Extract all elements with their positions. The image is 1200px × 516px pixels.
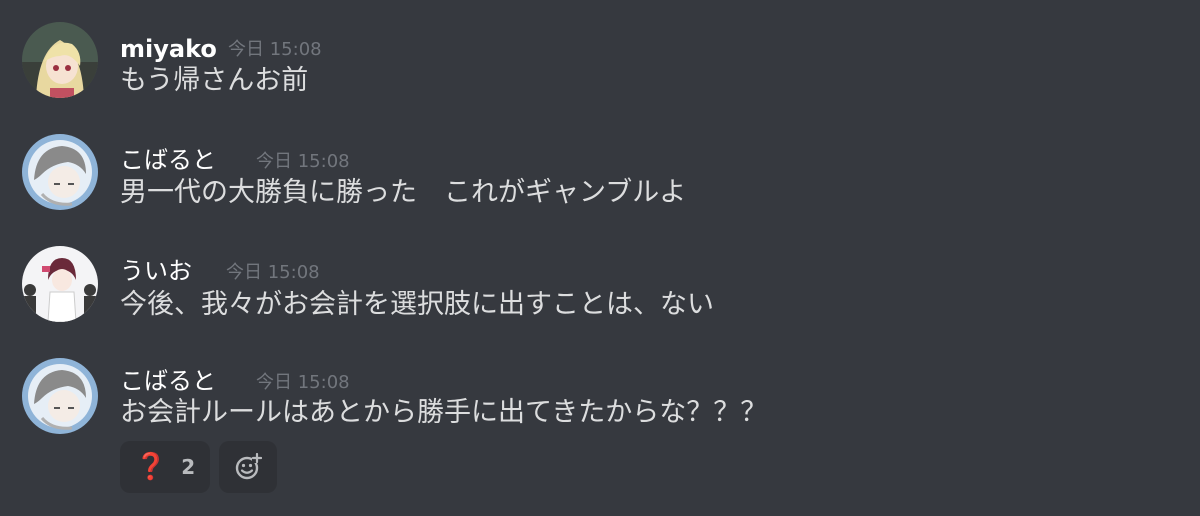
username[interactable]: こばると	[120, 145, 216, 175]
reaction-count: 2	[181, 455, 196, 479]
add-reaction-button[interactable]	[219, 441, 277, 493]
username[interactable]: miyako	[120, 34, 217, 64]
kobaruto-avatar-icon	[22, 134, 98, 210]
uio-avatar-icon	[22, 246, 98, 322]
message-text: もう帰さんお前	[120, 65, 309, 96]
username[interactable]: ういお	[120, 256, 192, 286]
timestamp: 今日 15:08	[226, 262, 320, 283]
avatar[interactable]	[22, 246, 98, 322]
timestamp: 今日 15:08	[228, 39, 322, 60]
timestamp: 今日 15:08	[256, 151, 350, 172]
red-question-mark-icon: ❓	[134, 452, 168, 482]
kobaruto-avatar-icon	[22, 358, 98, 434]
reaction-button[interactable]: ❓ 2	[120, 441, 210, 493]
timestamp: 今日 15:08	[256, 372, 350, 393]
chat-log: miyako 今日 15:08 もう帰さんお前 こばると 今日 15:08 男一…	[0, 0, 1200, 516]
username[interactable]: こばると	[120, 366, 216, 396]
avatar[interactable]	[22, 134, 98, 210]
miyako-avatar-icon	[22, 22, 98, 98]
avatar[interactable]	[22, 358, 98, 434]
message-text: お会計ルールはあとから勝手に出てきたからな？？？	[120, 397, 768, 428]
message-text: 今後、我々がお会計を選択肢に出すことは、ない	[120, 289, 714, 320]
add-reaction-icon	[235, 453, 262, 480]
avatar[interactable]	[22, 22, 98, 98]
message-text: 男一代の大勝負に勝った これがギャンブルよ	[120, 177, 687, 208]
